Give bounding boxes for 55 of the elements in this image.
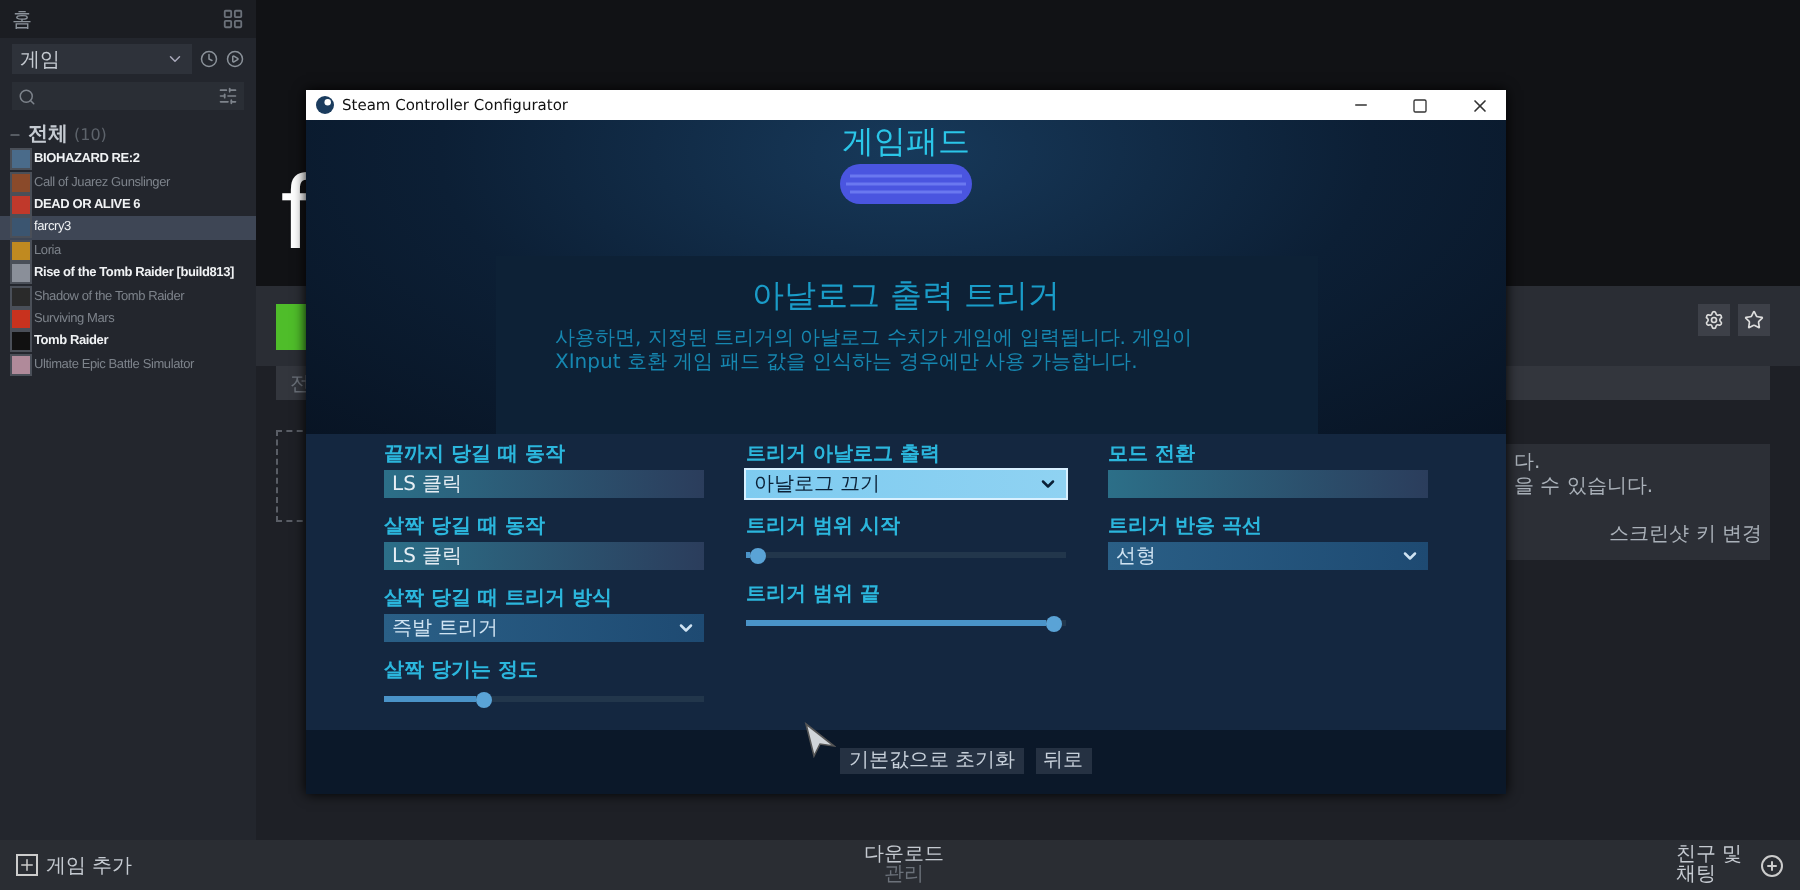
mouse-cursor-icon: [804, 722, 836, 758]
slider-thumb[interactable]: [475, 691, 492, 707]
controller-title: 게임패드: [842, 124, 970, 160]
play-button[interactable]: [276, 304, 306, 350]
binding-field[interactable]: [1108, 470, 1428, 498]
binding-field[interactable]: LS 클릭: [384, 470, 704, 498]
plus-icon[interactable]: [16, 854, 38, 876]
add-game-button[interactable]: 게임 추가: [46, 851, 133, 879]
slider-track[interactable]: [384, 696, 704, 702]
settings-button[interactable]: [1698, 304, 1730, 336]
home-link[interactable]: 홈: [12, 5, 32, 33]
setting-label: 살짝 당길 때 트리거 방식: [384, 588, 614, 612]
notice-text: 다.: [1514, 452, 1543, 476]
favorite-button[interactable]: [1738, 304, 1770, 336]
footer-button[interactable]: 기본값으로 초기화: [840, 748, 1024, 774]
setting-label: 모드 전환: [1108, 444, 1197, 468]
search-icon: [18, 87, 36, 105]
friends-chat-button[interactable]: 친구 및 채팅: [1676, 845, 1752, 885]
setting-label: 트리거 범위 끝: [746, 584, 882, 608]
downloads-label[interactable]: 다운로드: [864, 845, 945, 865]
chevron-down-icon: [676, 618, 696, 638]
dropdown[interactable]: 선형: [1108, 542, 1428, 570]
section-description: 사용하면, 지정된 트리거의 아날로그 수치가 게임에 입력됩니다. 게임이 XInput 호환 게임 패드 값을 인식하는 경우에만 사용 가능합니다.: [555, 328, 1195, 374]
filter-dropdown[interactable]: 게임: [12, 44, 192, 74]
chevron-down-icon: [166, 50, 184, 68]
scribble-mark: [838, 161, 974, 206]
setting-label: 살짝 당길 때 동작: [384, 516, 547, 540]
footer-button[interactable]: 뒤로: [1035, 748, 1092, 774]
steam-logo-icon: [316, 96, 334, 114]
slider-thumb[interactable]: [1045, 615, 1062, 631]
screenshot-key-link[interactable]: 스크린샷 키 변경: [1609, 520, 1762, 548]
setting-label: 트리거 반응 곡선: [1108, 516, 1264, 540]
category-label: 전체: [28, 122, 68, 148]
chevron-down-icon: [1400, 546, 1420, 566]
search-field[interactable]: [12, 82, 244, 110]
chevron-down-icon: [1038, 474, 1058, 494]
maximize-icon: [1412, 97, 1428, 113]
setting-label: 끝까지 당길 때 동작: [384, 444, 567, 468]
dropdown[interactable]: 즉발 트리거: [384, 614, 704, 642]
filter-icon[interactable]: [218, 86, 238, 106]
setting-label: 트리거 범위 시작: [746, 516, 902, 540]
binding-field[interactable]: LS 클릭: [384, 542, 704, 570]
setting-label: 트리거 아날로그 출력: [746, 444, 942, 468]
clock-icon[interactable]: [200, 50, 218, 68]
dropdown[interactable]: 아날로그 끄기: [746, 470, 1066, 498]
section-title: 아날로그 출력 트리거: [751, 276, 1061, 318]
slider-thumb[interactable]: [750, 547, 767, 563]
close-icon: [1470, 95, 1490, 115]
play-icon[interactable]: [226, 50, 244, 68]
category-count: (10): [74, 125, 107, 143]
setting-label: 살짝 당기는 정도: [384, 660, 540, 684]
downloads-status: 관리: [884, 865, 925, 885]
plus-circle-icon[interactable]: [1760, 853, 1784, 877]
notice-text: 을 수 있습니다.: [1514, 476, 1656, 500]
grid-icon[interactable]: [222, 8, 244, 30]
